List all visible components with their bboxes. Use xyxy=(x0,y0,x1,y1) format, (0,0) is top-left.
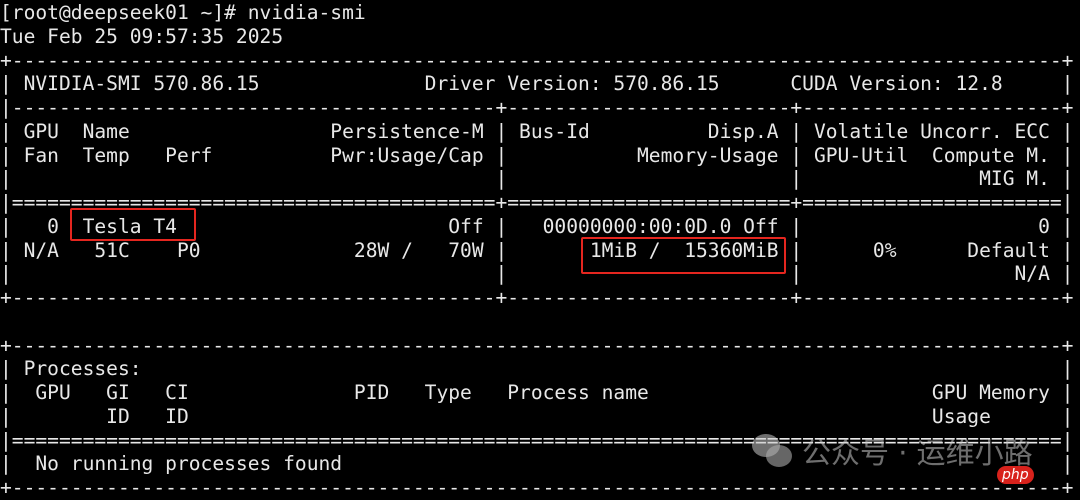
table-border: +---------------------------------------… xyxy=(0,48,1074,72)
processes-header: | GPU GI CI PID Type Process name GPU Me… xyxy=(0,381,1074,404)
header-row: | | | MIG M. | xyxy=(0,167,1074,191)
table-border: +---------------------------------------… xyxy=(0,333,1074,357)
version-line: | NVIDIA-SMI 570.86.15 Driver Version: 5… xyxy=(0,72,1074,96)
highlight-memory-usage xyxy=(581,237,786,274)
php-badge: php xyxy=(997,466,1034,484)
gpu-row: | N/A 51C P0 28W / 70W | 1MiB / 15360MiB… xyxy=(0,238,1074,262)
timestamp-line: Tue Feb 25 09:57:35 2025 xyxy=(0,24,284,48)
highlight-gpu-name xyxy=(70,208,196,241)
gpu-row: | | | N/A | xyxy=(0,262,1074,286)
header-row: | GPU Name Persistence-M | Bus-Id Disp.A… xyxy=(0,119,1074,143)
table-border: +---------------------------------------… xyxy=(0,476,1074,499)
processes-title: | Processes: | xyxy=(0,357,1074,381)
watermark: 公众号 · 运维小路 xyxy=(752,430,1033,472)
processes-header: | ID ID Usage | xyxy=(0,404,1074,428)
table-border: +---------------------------------------… xyxy=(0,286,1074,309)
watermark-text: 公众号 · 运维小路 xyxy=(802,436,1033,470)
wechat-icon xyxy=(752,434,794,468)
terminal-output: [root@deepseek01 ~]# nvidia-smi Tue Feb … xyxy=(0,1,1073,500)
command-line: [root@deepseek01 ~]# nvidia-smi xyxy=(0,1,366,24)
table-divider: |---------------------------------------… xyxy=(0,96,1074,119)
header-row: | Fan Temp Perf Pwr:Usage/Cap | Memory-U… xyxy=(0,143,1074,167)
